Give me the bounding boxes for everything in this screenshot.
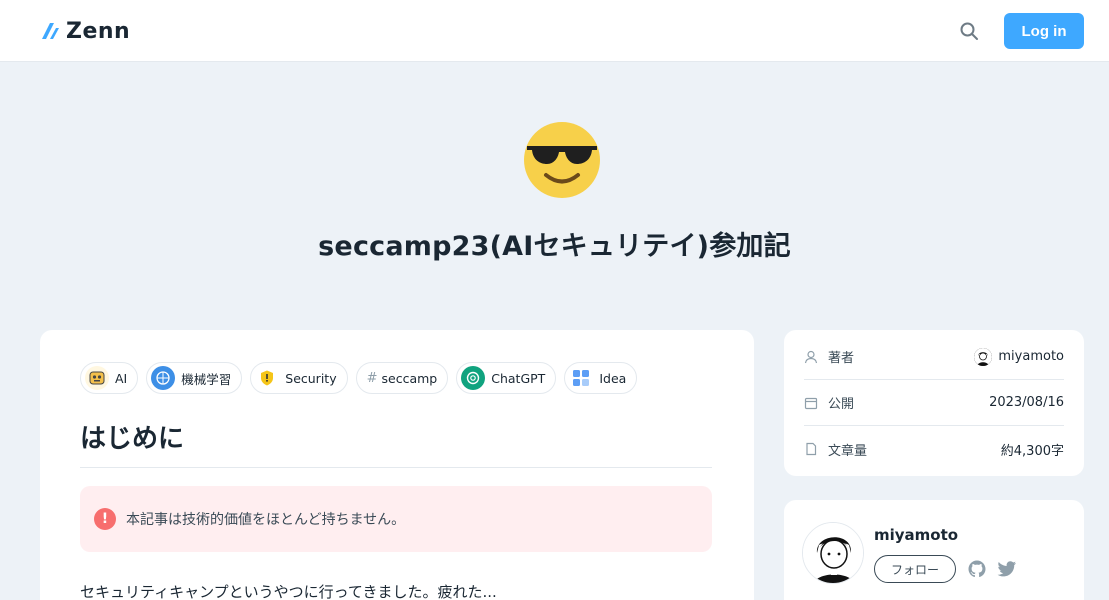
tag-machine-learning[interactable]: 機械学習 [146, 362, 243, 394]
search-button[interactable] [956, 18, 982, 44]
user-icon [804, 350, 818, 363]
zenn-logo[interactable]: Zenn [40, 18, 130, 44]
meta-author-label: 著者 [828, 351, 855, 366]
meta-published-label: 公開 [828, 397, 855, 412]
login-button[interactable]: Log in [1004, 13, 1084, 49]
meta-published-row: 公開 2023/08/16 [804, 380, 1064, 426]
github-icon [968, 560, 986, 578]
tag-list: AI 機械学習 Security # seccamp ChatGPT Idea [80, 362, 638, 394]
hash-icon: # [366, 370, 378, 386]
tag-label: 機械学習 [181, 371, 232, 387]
twitter-link[interactable] [996, 558, 1018, 580]
brain-icon [151, 366, 176, 390]
meta-length-row: 文章量 約4,300字 [804, 426, 1064, 472]
tag-chatgpt[interactable]: ChatGPT [456, 362, 557, 394]
author-card: miyamoto フォロー [784, 500, 1084, 600]
document-icon [806, 442, 817, 456]
twitter-icon [997, 561, 1016, 577]
article-card: AI 機械学習 Security # seccamp ChatGPT Idea … [40, 330, 754, 600]
meta-length-value: 約4,300字 [1000, 443, 1064, 459]
avatar[interactable] [802, 522, 864, 584]
author-name[interactable]: miyamoto [874, 526, 958, 544]
calendar-icon [804, 397, 818, 409]
alert-message: ! 本記事は技術的価値をほとんど持ちません。 [80, 486, 712, 552]
meta-published-date: 2023/08/16 [989, 395, 1064, 410]
tag-ai[interactable]: AI [80, 362, 139, 394]
article-emoji [522, 120, 602, 200]
tag-security[interactable]: Security [250, 362, 348, 394]
article-title: seccamp23(AIセキュリテイ)参加記 [318, 231, 791, 262]
alert-text: 本記事は技術的価値をほとんど持ちません。 [126, 512, 406, 528]
ai-tag-icon [85, 366, 109, 390]
site-header: Zenn Log in [0, 0, 1109, 62]
avatar [974, 347, 993, 366]
tag-label: Security [285, 370, 337, 386]
tag-seccamp[interactable]: # seccamp [355, 362, 449, 394]
shield-icon [255, 366, 280, 390]
github-link[interactable] [966, 558, 988, 580]
meta-length-label: 文章量 [828, 443, 868, 459]
meta-author-row: 著者 miyamoto [804, 334, 1064, 380]
author-avatar-icon [803, 523, 863, 583]
meta-author-link[interactable]: miyamoto [974, 347, 1064, 366]
tag-label: Idea [599, 370, 627, 386]
article-meta-card: 著者 miyamoto 公開 2023/08/16 文章量 約4,300字 [784, 330, 1084, 476]
exclamation-icon: ! [94, 508, 116, 530]
sunglasses-emoji-icon [524, 122, 600, 198]
follow-button[interactable]: フォロー [874, 555, 956, 583]
tag-label: ChatGPT [491, 370, 546, 386]
search-icon [960, 22, 978, 40]
article-body-paragraph: セキュリティキャンプというやつに行ってきました。疲れた... [80, 583, 497, 600]
zenn-logo-icon [42, 23, 59, 39]
section-heading: はじめに [80, 418, 712, 468]
chatgpt-icon [461, 366, 486, 390]
tag-label: AI [115, 370, 128, 386]
tag-label: seccamp [381, 370, 438, 386]
logo-text: Zenn [66, 18, 131, 44]
meta-author-name: miyamoto [998, 349, 1064, 364]
idea-icon [569, 366, 594, 390]
tag-idea[interactable]: Idea [564, 362, 638, 394]
